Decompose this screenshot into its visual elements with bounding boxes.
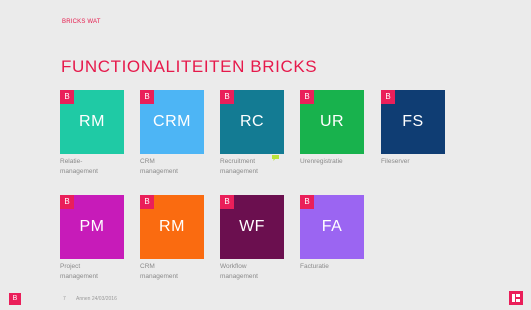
brand-mark-icon xyxy=(512,294,520,302)
tile-abbreviation: RM xyxy=(79,113,105,130)
slide-title: FUNCTIONALITEITEN BRICKS xyxy=(61,57,318,76)
tile-project-management[interactable]: B PM xyxy=(60,195,124,259)
brand-logo: B xyxy=(9,293,21,305)
tile-caption: Recruitment management xyxy=(220,157,290,177)
tile-abbreviation: PM xyxy=(79,218,105,235)
brand-badge: B xyxy=(300,90,314,104)
caption-line-1: Project xyxy=(60,263,81,270)
caption-line-1: Relatie- xyxy=(60,158,83,165)
tile-caption: Fileserver xyxy=(381,157,451,167)
caption-line-1: Workflow xyxy=(220,263,247,270)
brand-badge: B xyxy=(220,90,234,104)
tile-abbreviation: FS xyxy=(402,113,424,130)
slide: BRICKS WAT FUNCTIONALITEITEN BRICKS B RM… xyxy=(0,0,531,305)
page-number: 7 xyxy=(63,296,66,302)
brand-badge: B xyxy=(60,90,74,104)
comment-note-icon[interactable] xyxy=(272,155,279,161)
tile-caption: Relatie- management xyxy=(60,157,130,177)
caption-line-1: Fileserver xyxy=(381,158,410,165)
caption-line-2: management xyxy=(220,273,258,280)
caption-line-2: management xyxy=(140,168,178,175)
caption-line-1: CRM xyxy=(140,158,155,165)
caption-line-1: Urenregistratie xyxy=(300,158,343,165)
tile-caption: Project management xyxy=(60,262,130,282)
brand-badge: B xyxy=(140,195,154,209)
caption-line-2: management xyxy=(60,168,98,175)
caption-line-2: management xyxy=(220,168,258,175)
brand-badge: B xyxy=(220,195,234,209)
caption-line-2: management xyxy=(60,273,98,280)
tile-recruitment-management[interactable]: B RC xyxy=(220,90,284,154)
caption-line-1: CRM xyxy=(140,263,155,270)
tile-facturatie[interactable]: B FA xyxy=(300,195,364,259)
brand-badge: B xyxy=(300,195,314,209)
tile-caption: Facturatie xyxy=(300,262,370,272)
tile-fileserver[interactable]: B FS xyxy=(381,90,445,154)
brand-badge: B xyxy=(381,90,395,104)
tile-abbreviation: WF xyxy=(239,218,265,235)
tile-caption: CRM management xyxy=(140,262,210,282)
tile-workflow-management[interactable]: B WF xyxy=(220,195,284,259)
tile-caption: Urenregistratie xyxy=(300,157,370,167)
tile-caption: CRM management xyxy=(140,157,210,177)
tile-abbreviation: UR xyxy=(319,113,345,130)
tile-relatie-management[interactable]: B RM xyxy=(60,90,124,154)
caption-line-2: management xyxy=(140,273,178,280)
tile-abbreviation: FA xyxy=(321,218,343,235)
caption-line-1: Recruitment xyxy=(220,158,256,165)
tile-abbreviation: CRM xyxy=(153,113,191,130)
brand-badge: B xyxy=(60,195,74,209)
section-kicker: BRICKS WAT xyxy=(62,19,101,25)
tile-caption: Workflow management xyxy=(220,262,290,282)
tile-urenregistratie[interactable]: B UR xyxy=(300,90,364,154)
brand-badge: B xyxy=(140,90,154,104)
caption-line-1: Facturatie xyxy=(300,263,329,270)
brand-logo-icon xyxy=(509,291,523,305)
tile-abbreviation: RM xyxy=(159,218,185,235)
tile-abbreviation: RC xyxy=(239,113,265,130)
tile-crm-management-2[interactable]: B RM xyxy=(140,195,204,259)
author-date: Annen 24/03/2016 xyxy=(76,296,117,302)
tile-crm-management[interactable]: B CRM xyxy=(140,90,204,154)
